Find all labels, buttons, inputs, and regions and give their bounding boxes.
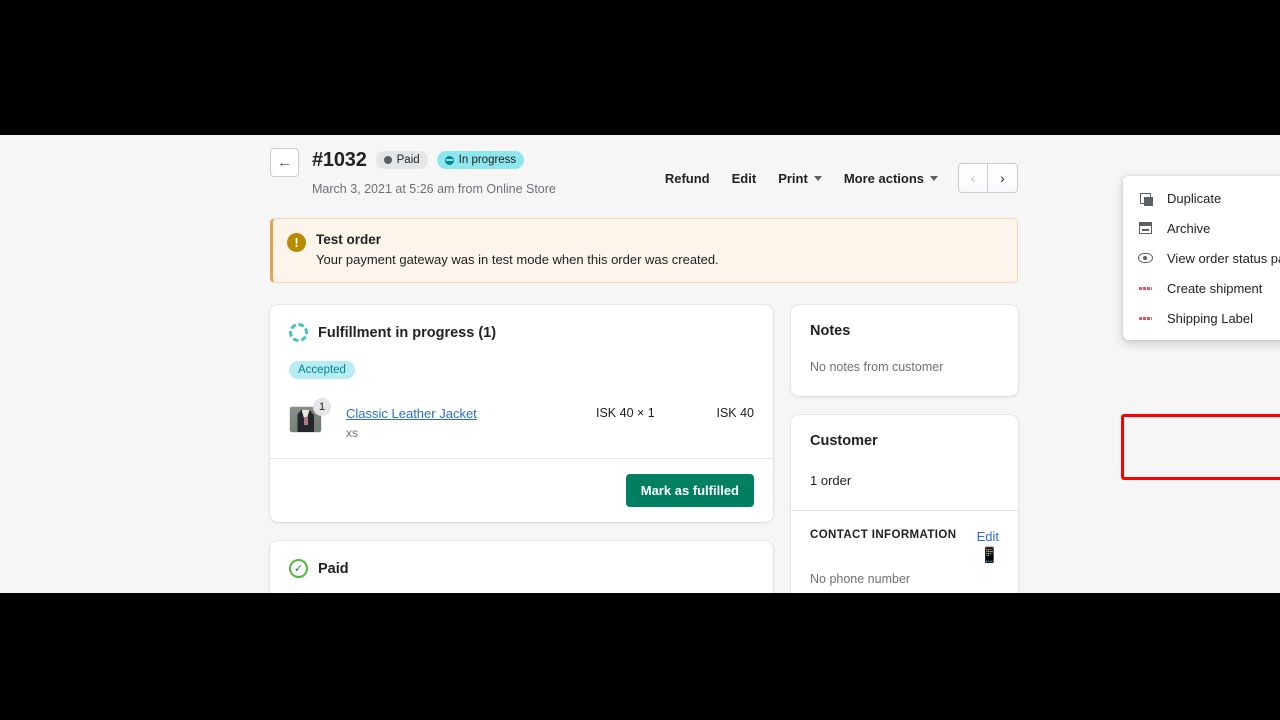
contact-edit-link[interactable]: Edit [977,529,999,544]
status-badge-fulfillment: In progress [436,151,525,169]
menu-item-create-shipment[interactable]: Create shipment [1123,273,1280,303]
line-item: 1 Classic Leather Jacket xs ISK 40 × 1 I… [289,398,754,440]
refund-button[interactable]: Refund [654,166,721,191]
broken-image-icon [1137,280,1153,296]
contact-information-heading: CONTACT INFORMATION [810,529,957,541]
fulfillment-card-body: Fulfillment in progress (1) Accepted 1 C… [270,305,773,458]
menu-item-duplicate[interactable]: Duplicate [1123,183,1280,213]
warning-icon: ! [287,233,306,252]
thumbnail-tie-shape [303,417,308,425]
order-header: ← #1032 Paid In progress March 3, 2021 a… [270,135,1018,196]
customer-order-count: 1 order [810,473,852,488]
menu-item-view-order-status-page-label: View order status page [1167,250,1280,266]
more-actions-button[interactable]: More actions [833,166,949,191]
customer-title: Customer [810,433,878,449]
menu-item-archive-label: Archive [1167,220,1211,236]
partial-dot-icon [444,155,454,165]
header-actions: Refund Edit Print More actions ‹ › [654,148,1018,193]
check-circle-icon: ✓ [289,559,308,578]
chevron-down-icon [813,175,822,181]
menu-item-shipping-label[interactable]: Shipping Label [1123,303,1280,333]
notes-card: Notes No notes from customer [791,305,1018,396]
main-column: Fulfillment in progress (1) Accepted 1 C… [270,305,773,593]
banner-text-block: Test order Your payment gateway was in t… [316,232,719,267]
arrow-left-icon: ← [277,154,292,171]
banner-title: Test order [316,232,382,247]
edit-button[interactable]: Edit [721,166,768,191]
notes-card-body: Notes No notes from customer [791,305,1018,396]
line-item-thumbnail-wrap: 1 [289,398,331,433]
status-badge-payment-label: Paid [396,154,420,166]
order-title-block: #1032 Paid In progress March 3, 2021 at … [312,148,654,197]
menu-item-duplicate-label: Duplicate [1167,190,1222,206]
side-column: Notes No notes from customer Customer 1 … [791,305,1018,593]
fulfillment-title-row: Fulfillment in progress (1) [289,323,754,342]
payment-title: Paid [318,560,349,577]
print-button-label: Print [778,170,808,186]
line-item-total: ISK 40 [716,406,754,420]
app-viewport: ← #1032 Paid In progress March 3, 2021 a… [0,135,1280,593]
notes-title: Notes [810,323,851,339]
back-button[interactable]: ← [270,148,299,177]
print-button[interactable]: Print [767,166,833,191]
archive-icon [1137,220,1153,236]
next-order-button[interactable]: › [988,164,1017,192]
banner-body: Your payment gateway was in test mode wh… [316,252,719,267]
line-item-product-link[interactable]: Classic Leather Jacket [346,406,596,421]
previous-order-button[interactable]: ‹ [959,164,988,192]
customer-card: Customer 1 order CONTACT INFORMATION Edi… [791,415,1018,593]
fulfillment-card: Fulfillment in progress (1) Accepted 1 C… [270,305,773,522]
broken-image-icon [1137,310,1153,326]
status-badge-accepted: Accepted [289,361,355,379]
notes-empty-text: No notes from customer [810,360,944,374]
page-title: #1032 [312,148,367,171]
order-date: March 3, 2021 at 5:26 am from Online Sto… [312,182,556,196]
order-title-row: #1032 Paid In progress [312,148,654,172]
filled-dot-icon [383,156,392,164]
chevron-down-icon [930,175,938,181]
line-item-variant: xs [346,426,358,440]
customer-card-body: Customer 1 order [791,415,1018,510]
mobile-phone-icon: 📱 [980,547,999,564]
payment-title-row: ✓ Paid [289,559,754,578]
test-order-banner: ! Test order Your payment gateway was in… [270,218,1018,283]
fulfillment-title: Fulfillment in progress (1) [318,324,497,341]
line-item-info: Classic Leather Jacket xs [346,406,596,440]
line-item-unit-price: ISK 40 × 1 [596,406,655,420]
customer-phone-text: No phone number [810,572,911,586]
payment-card-body: ✓ Paid Subtotal 1 item ISK 40 [270,541,773,593]
order-pager: ‹ › [958,163,1018,193]
order-detail-page: ← #1032 Paid In progress March 3, 2021 a… [270,135,1280,593]
menu-item-view-order-status-page[interactable]: View order status page [1123,243,1280,273]
fulfillment-card-footer: Mark as fulfilled [270,458,773,522]
more-actions-label: More actions [843,170,924,186]
more-actions-dropdown[interactable]: Duplicate Archive View order status page… [1123,176,1280,340]
status-badge-payment: Paid [375,151,428,169]
menu-item-archive[interactable]: Archive [1123,213,1280,243]
payment-card: ✓ Paid Subtotal 1 item ISK 40 [270,541,773,593]
content-columns: Fulfillment in progress (1) Accepted 1 C… [270,305,1018,593]
line-item-quantity-badge: 1 [313,398,331,416]
duplicate-icon [1137,190,1153,206]
menu-item-shipping-label-label: Shipping Label [1167,310,1254,326]
contact-information-section: CONTACT INFORMATION Edit 📱 No phone numb… [791,510,1018,593]
spinner-icon [289,323,308,342]
mark-as-fulfilled-button[interactable]: Mark as fulfilled [625,474,754,507]
eye-icon [1137,250,1153,266]
menu-item-create-shipment-label: Create shipment [1167,280,1263,296]
annotation-highlight-box [1121,414,1280,480]
status-badge-fulfillment-label: In progress [458,154,517,166]
contact-information-header: CONTACT INFORMATION Edit [810,529,999,544]
